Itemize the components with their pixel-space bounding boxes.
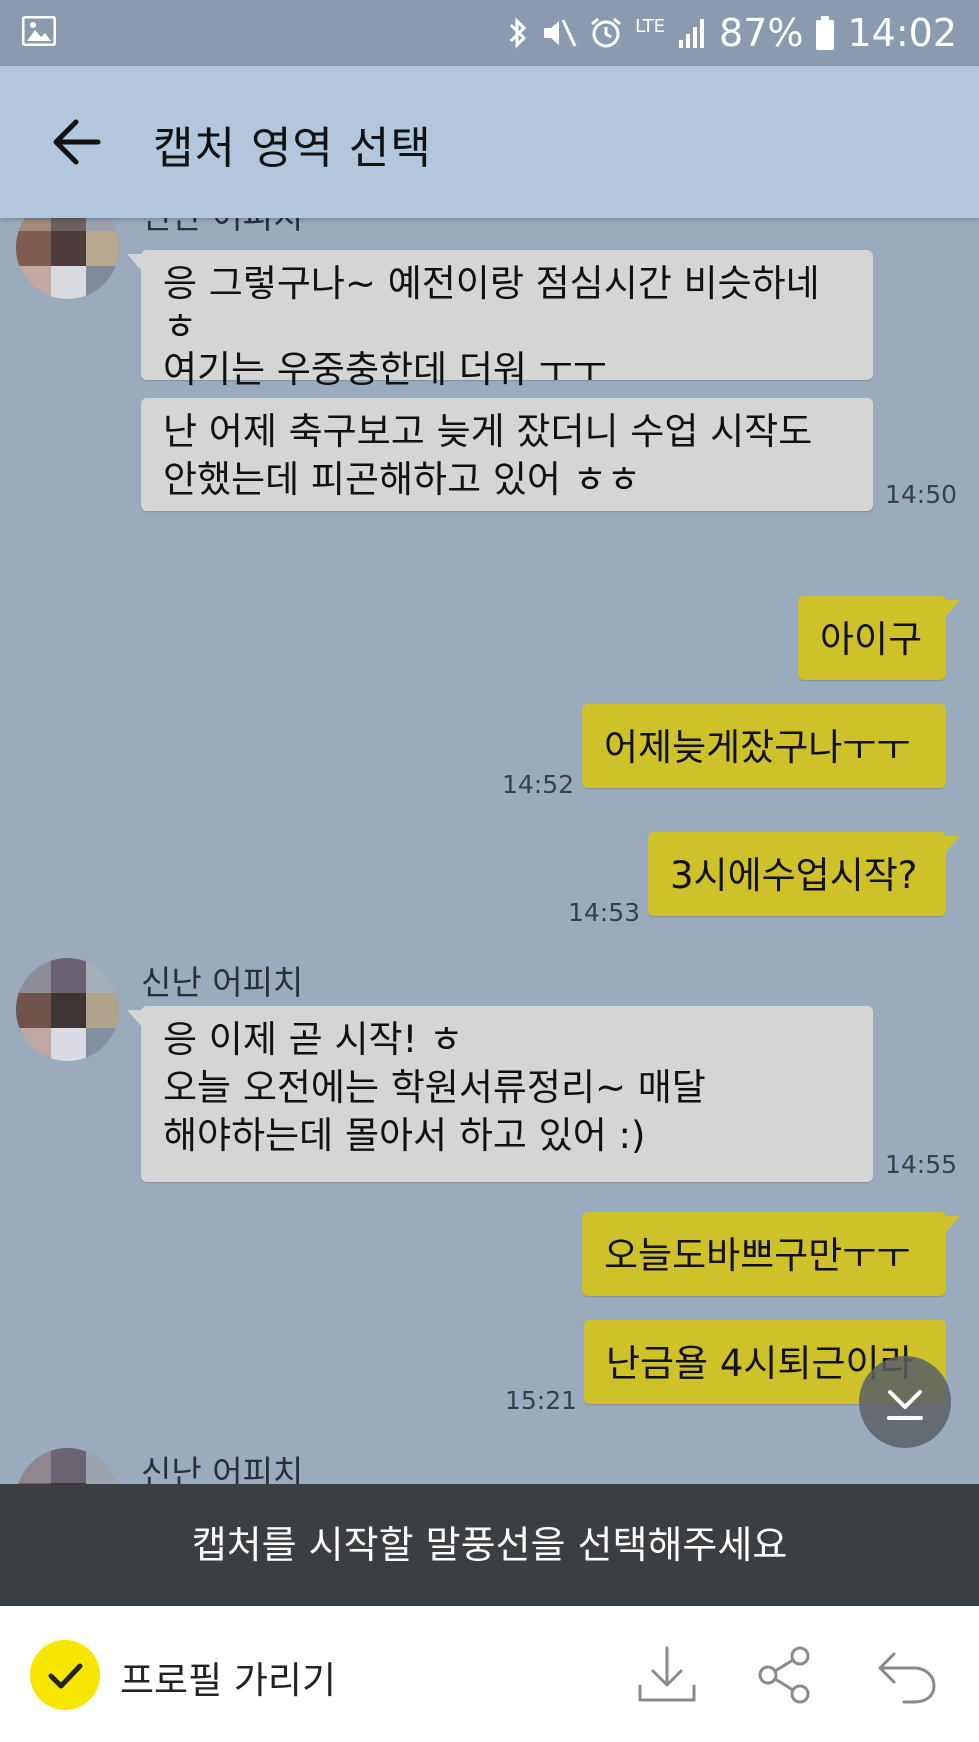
battery-icon bbox=[816, 16, 835, 50]
message-time: 14:55 bbox=[885, 1150, 958, 1179]
message-line: 여기는 우중충한데 더워 ㅜㅜ bbox=[163, 348, 607, 391]
clock: 14:02 bbox=[847, 11, 957, 55]
hide-profile-toggle[interactable] bbox=[30, 1640, 100, 1710]
message-line: 응 이제 곧 시작! ㅎ bbox=[163, 1018, 464, 1061]
message-text: 어제늦게잤구나ㅜㅜ bbox=[604, 726, 911, 769]
mute-icon bbox=[544, 19, 577, 47]
message-bubble-incoming[interactable]: 응 이제 곧 시작! ㅎ 오늘 오전에는 학원서류정리~ 매달 해야하는데 몰아… bbox=[127, 1006, 873, 1182]
chevron-down-icon bbox=[887, 1390, 923, 1420]
signal-icon bbox=[679, 19, 705, 48]
message-bubble-outgoing[interactable]: 어제늦게잤구나ㅜㅜ bbox=[582, 704, 946, 788]
message-text: 오늘도바쁘구만ㅜㅜ bbox=[604, 1234, 911, 1277]
chat-area[interactable]: 신난 어피치 응 그렇구나~ 예전이랑 점심시간 비슷하네 ㅎ 여기는 우중충한… bbox=[0, 218, 979, 1484]
message-bubble-outgoing[interactable]: 아이구 bbox=[798, 596, 960, 680]
check-icon bbox=[48, 1663, 83, 1689]
message-line: 오늘 오전에는 학원서류정리~ 매달 bbox=[163, 1066, 706, 1109]
message-bubble-outgoing[interactable]: 오늘도바쁘구만ㅜㅜ bbox=[582, 1212, 960, 1296]
sender-name: 신난 어피치 bbox=[141, 963, 304, 1002]
image-icon bbox=[22, 16, 56, 46]
message-line: 안했는데 피곤해하고 있어 ㅎㅎ bbox=[163, 458, 641, 501]
message-bubble-outgoing[interactable]: 3시에수업시작? bbox=[648, 832, 960, 916]
download-icon[interactable] bbox=[634, 1642, 700, 1708]
alarm-icon bbox=[591, 17, 622, 48]
share-icon[interactable] bbox=[752, 1642, 818, 1708]
message-time: 15:21 bbox=[505, 1386, 578, 1415]
sender-name: 신난 어피치 bbox=[141, 218, 303, 238]
message-text: 3시에수업시작? bbox=[670, 854, 918, 897]
message-time: 14:50 bbox=[885, 480, 958, 509]
undo-icon[interactable] bbox=[874, 1642, 940, 1708]
message-text: 아이구 bbox=[820, 618, 923, 661]
lte-icon: LTE bbox=[635, 16, 666, 37]
instruction-banner: 캡처를 시작할 말풍선을 선택해주세요 bbox=[0, 1484, 979, 1606]
message-line: 응 그렇구나~ 예전이랑 점심시간 비슷하네 bbox=[163, 262, 820, 305]
avatar[interactable] bbox=[16, 218, 119, 299]
avatar[interactable] bbox=[16, 1448, 119, 1484]
message-line: 해야하는데 몰아서 하고 있어 :) bbox=[163, 1114, 646, 1157]
avatar[interactable] bbox=[16, 958, 119, 1061]
message-time: 14:52 bbox=[502, 770, 575, 799]
hide-profile-label[interactable]: 프로필 가리기 bbox=[120, 1650, 336, 1704]
page-title: 캡처 영역 선택 bbox=[153, 123, 432, 174]
battery-percent: 87% bbox=[719, 11, 804, 55]
bluetooth-icon bbox=[510, 17, 527, 49]
arrow-left-icon[interactable] bbox=[48, 116, 104, 168]
sender-name: 신난 어피치 bbox=[141, 1453, 304, 1484]
bottom-toolbar: 프로필 가리기 bbox=[0, 1606, 979, 1742]
app-bar: 캡처 영역 선택 bbox=[0, 66, 979, 218]
message-bubble-incoming[interactable]: 응 그렇구나~ 예전이랑 점심시간 비슷하네 ㅎ 여기는 우중충한데 더워 ㅜㅜ bbox=[127, 250, 873, 391]
message-bubble-incoming[interactable]: 난 어제 축구보고 늦게 잤더니 수업 시작도 안했는데 피곤해하고 있어 ㅎㅎ bbox=[141, 398, 873, 511]
message-line: ㅎ bbox=[163, 305, 198, 348]
status-bar: LTE 87% 14:02 bbox=[0, 0, 979, 66]
scroll-to-bottom-button[interactable] bbox=[859, 1356, 951, 1448]
instruction-text: 캡처를 시작할 말풍선을 선택해주세요 bbox=[191, 1523, 788, 1567]
message-time: 14:53 bbox=[568, 898, 641, 927]
message-line: 난 어제 축구보고 늦게 잤더니 수업 시작도 bbox=[163, 410, 813, 453]
